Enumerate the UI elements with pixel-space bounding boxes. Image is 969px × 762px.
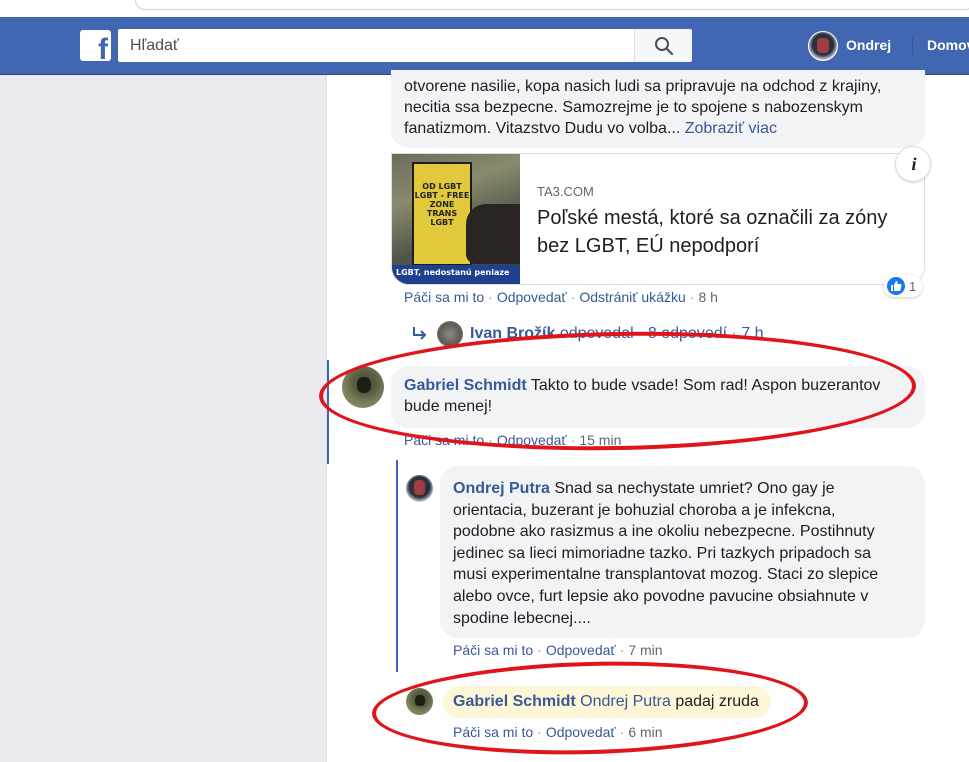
comment-line-text: fanatizmom. Vitazstvo Dudu vo volba... (404, 120, 681, 137)
search-input[interactable] (118, 29, 634, 62)
comment-line: Ondrej Putra Snad sa nechystate umriet? … (453, 478, 918, 500)
info-icon: i (911, 154, 917, 174)
thumbnail-figure (466, 204, 520, 264)
separator-dot: · (689, 289, 695, 305)
facebook-logo-icon[interactable]: f (80, 30, 111, 61)
reply-arrow-icon (413, 327, 427, 340)
comment-author[interactable]: Ondrej Putra (453, 480, 550, 497)
separator-dot: · (537, 642, 542, 658)
comment-line: necitia ssa bezpecne. Samozrejme je to s… (404, 99, 863, 116)
comment-line: orientacia, buzerant je bohuzial choroba… (453, 501, 836, 519)
facebook-top-bar: f Ondrej Domov (0, 17, 969, 75)
comment-text: Ondrej Putra Snad sa nechystate umriet? … (453, 478, 918, 629)
reply-link[interactable]: Odpovedať (497, 289, 567, 305)
facebook-f-glyph: f (98, 33, 108, 62)
link-title[interactable]: Poľské mestá, ktoré sa označili za zóny … (537, 204, 897, 260)
like-link[interactable]: Páči sa mi to (404, 289, 484, 305)
separator-dot: · (488, 289, 493, 305)
reaction-count: 1 (909, 278, 917, 294)
thumbnail-banner-text: LGBT, nedostanú peniaze (396, 268, 510, 277)
browser-strip (0, 0, 969, 17)
see-more-link[interactable]: Zobraziť viac (685, 120, 777, 137)
remove-preview-link[interactable]: Odstrániť ukážku (579, 289, 685, 305)
comment-line: fanatizmom. Vitazstvo Dudu vo volba... Z… (404, 118, 914, 139)
comment-line: spodine lebecnej.... (453, 609, 591, 627)
comment-text: otvorene nasilie, kopa nasich ludi sa pr… (404, 76, 914, 139)
info-button[interactable]: i (895, 146, 931, 182)
timestamp[interactable]: 7 min (628, 642, 662, 658)
thread-line (327, 360, 329, 464)
thread-line (396, 460, 398, 672)
thumbnail-banner: LGBT, nedostanú peniaze (392, 265, 520, 284)
thumbnail-sign-text: OD LGBT LGBT - FREE ZONE TRANS LGBT (414, 182, 470, 227)
search-button[interactable] (634, 29, 692, 62)
thumbnail-sign: OD LGBT LGBT - FREE ZONE TRANS LGBT (412, 162, 472, 266)
link-preview-card[interactable]: OD LGBT LGBT - FREE ZONE TRANS LGBT LGBT… (391, 153, 925, 285)
comment-line: jedinec sa lieci mimoriadne tazko. Pri t… (453, 544, 871, 562)
comment-line: podobne ako rasizmus a ine okoliu nebezp… (453, 523, 875, 541)
comment-line: otvorene nasilie, kopa nasich ludi sa pr… (404, 78, 882, 95)
link-domain: TA3.COM (537, 184, 594, 199)
separator-dot: · (570, 289, 576, 305)
separator-dot: · (619, 642, 625, 658)
comment-body: Snad sa nechystate umriet? Ono gay je (554, 480, 835, 497)
search-box (118, 29, 634, 62)
annotation-circle (318, 326, 917, 456)
user-name-link[interactable]: Ondrej (846, 37, 891, 53)
annotation-circle (370, 656, 810, 760)
like-reaction-icon (887, 277, 905, 295)
browser-address-bar[interactable] (135, 0, 969, 10)
search-icon (655, 37, 674, 56)
reaction-count-badge[interactable]: 1 (884, 275, 923, 297)
left-sidebar (0, 75, 327, 762)
nav-divider (912, 37, 913, 55)
user-avatar[interactable] (808, 31, 838, 61)
timestamp[interactable]: 8 h (698, 289, 717, 305)
like-link[interactable]: Páči sa mi to (453, 642, 533, 658)
home-link[interactable]: Domov (927, 37, 969, 53)
link-thumbnail-image: OD LGBT LGBT - FREE ZONE TRANS LGBT LGBT… (392, 154, 520, 284)
comment-actions: Páči sa mi to · Odpovedať · Odstrániť ukážku… (404, 289, 718, 305)
reply-link[interactable]: Odpovedať (546, 642, 616, 658)
comment-actions: Páči sa mi to · Odpovedať · 7 min (453, 642, 663, 658)
ondrej-avatar[interactable] (406, 475, 433, 502)
comment-line: musi experimentalne transplantovat mozog… (453, 566, 879, 584)
comment-line: alebo ovce, furt lepsie ako povodne pavu… (453, 587, 869, 605)
